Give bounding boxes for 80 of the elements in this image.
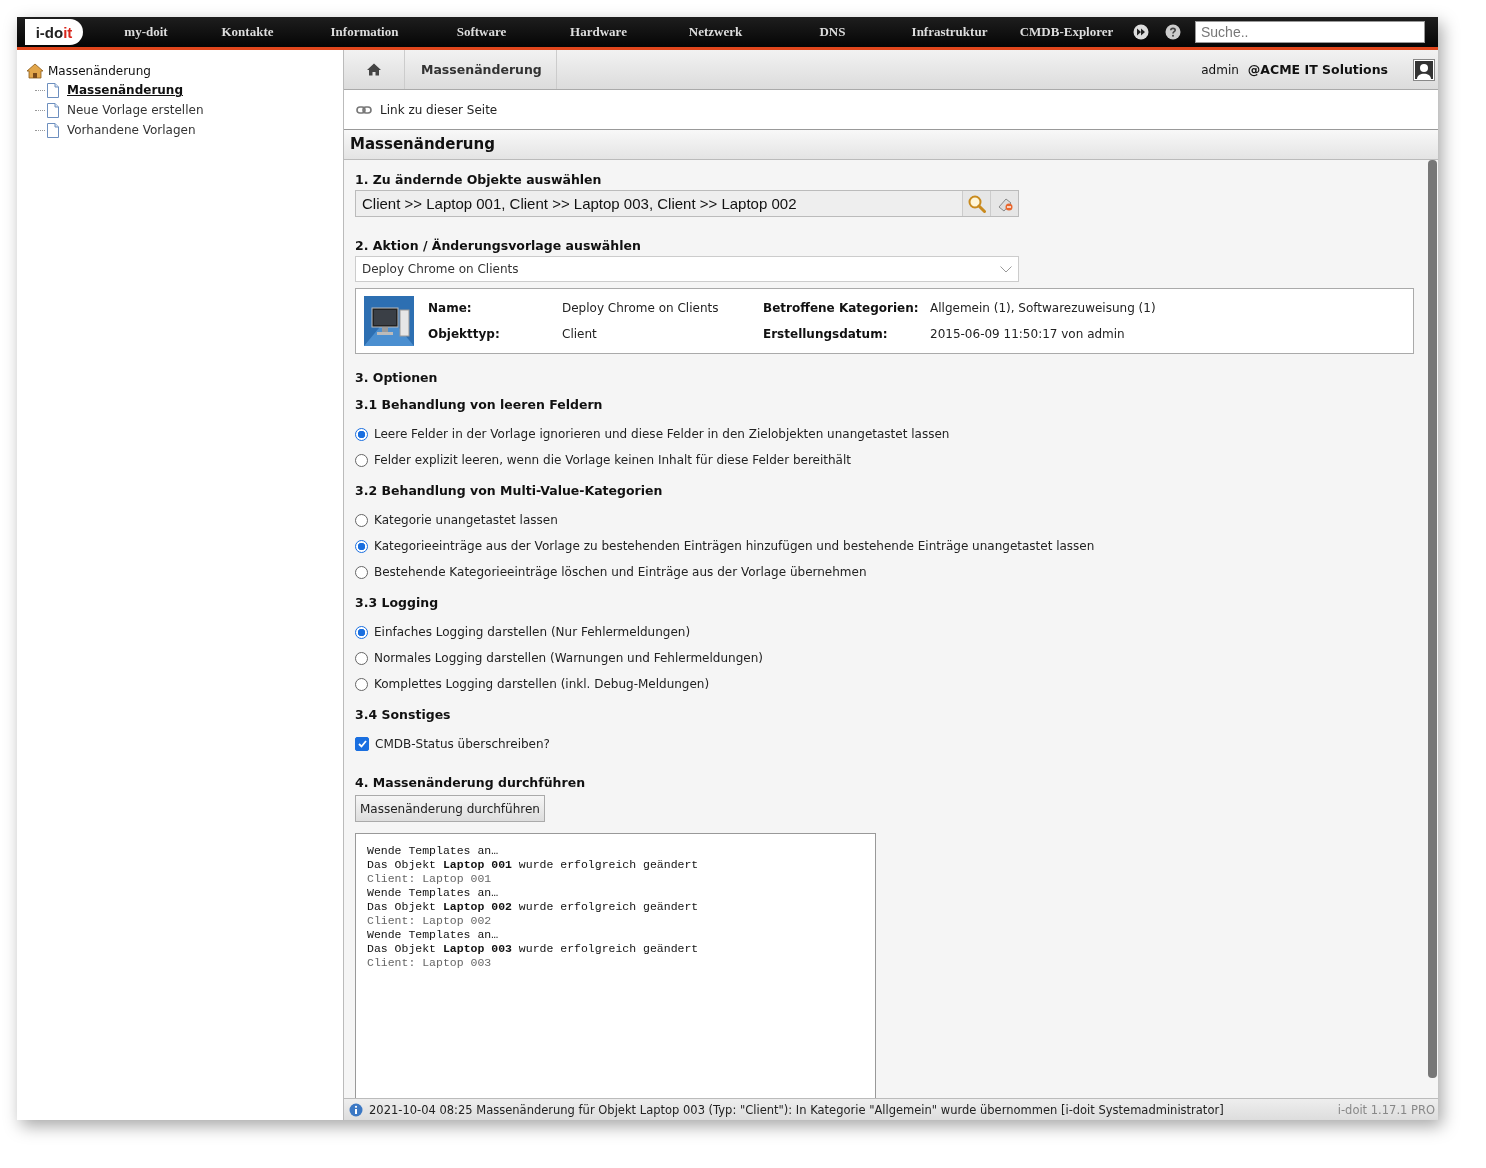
checkmark-icon bbox=[357, 740, 367, 748]
option-label[interactable]: Leere Felder in der Vorlage ignorieren und diese Felder in den Zielobjekten unangetastet lassen bbox=[374, 427, 950, 441]
section-heading: 3.3 Logging bbox=[355, 594, 440, 612]
field-value: Allgemein (1), Softwarezuweisung (1) bbox=[930, 301, 1156, 315]
run-button[interactable]: Massenänderung durchführen bbox=[355, 795, 545, 822]
document-icon bbox=[47, 82, 59, 98]
tenant-name: @ACME IT Solutions bbox=[1247, 62, 1388, 77]
nav-menu-item[interactable]: CMDB-Explorer bbox=[1008, 24, 1125, 40]
field-value: Deploy Chrome on Clients bbox=[562, 301, 720, 315]
document-icon bbox=[47, 102, 59, 118]
tree-item[interactable]: Massenänderung bbox=[48, 64, 151, 78]
radio-button[interactable] bbox=[355, 677, 368, 691]
radio-button[interactable] bbox=[355, 453, 368, 467]
home-icon[interactable] bbox=[367, 63, 381, 76]
section-heading: 1. Zu ändernde Objekte auswählen bbox=[355, 171, 603, 189]
section-heading: 4. Massenänderung durchführen bbox=[355, 774, 587, 792]
page-link[interactable]: Link zu dieser Seite bbox=[380, 102, 498, 117]
chevron-down-icon bbox=[1000, 265, 1012, 273]
radio-button[interactable] bbox=[355, 565, 368, 579]
document-icon bbox=[47, 122, 59, 138]
nav-menu-item[interactable]: Netzwerk bbox=[657, 24, 774, 40]
log-line: Wende Templates an… bbox=[367, 844, 500, 858]
nav-menu-item[interactable]: my-doit bbox=[103, 24, 189, 40]
log-line: Client: Laptop 003 bbox=[367, 956, 493, 970]
user-name: admin bbox=[1201, 62, 1239, 77]
field-label: Betroffene Kategorien: bbox=[763, 301, 920, 315]
option-label[interactable]: Normales Logging darstellen (Warnungen und Fehlermeldungen) bbox=[374, 651, 763, 665]
radio-button[interactable] bbox=[355, 651, 368, 665]
option-label[interactable]: Komplettes Logging darstellen (inkl. Debug-Meldungen) bbox=[374, 677, 710, 691]
nav-menu-item[interactable]: Infrastruktur bbox=[891, 24, 1008, 40]
option-label[interactable]: CMDB-Status überschreiben? bbox=[375, 737, 550, 751]
breadcrumb-item[interactable]: Massenänderung bbox=[405, 50, 557, 89]
field-value: 2015-06-09 11:50:17 von admin bbox=[930, 327, 1126, 341]
nav-menu-item[interactable]: Information bbox=[306, 24, 423, 40]
log-line: Das Objekt Laptop 001 wurde erfolgreich geändert bbox=[367, 858, 700, 872]
field-label: Erstellungsdatum: bbox=[763, 327, 889, 341]
section-heading: 3. Optionen bbox=[355, 369, 439, 387]
nav-menu-item[interactable]: Hardware bbox=[540, 24, 657, 40]
log-line: Client: Laptop 001 bbox=[367, 872, 493, 886]
radio-button[interactable] bbox=[355, 513, 368, 527]
search-field[interactable]: Suche.. bbox=[1195, 21, 1425, 43]
field-value: Client bbox=[562, 327, 598, 341]
field-label: Name: bbox=[428, 301, 473, 315]
option-label[interactable]: Einfaches Logging darstellen (Nur Fehlermeldungen) bbox=[374, 625, 691, 639]
logo[interactable]: i-doit bbox=[25, 19, 83, 45]
log-line: Das Objekt Laptop 002 wurde erfolgreich geändert bbox=[367, 900, 700, 914]
nav-menu-item[interactable]: Software bbox=[423, 24, 540, 40]
section-heading: 3.2 Behandlung von Multi-Value-Kategorien bbox=[355, 482, 664, 500]
tree-item[interactable]: Vorhandene Vorlagen bbox=[67, 123, 196, 137]
nav-menu-item[interactable]: DNS bbox=[774, 24, 891, 40]
user-avatar-icon[interactable] bbox=[1413, 58, 1435, 81]
tree-item[interactable]: Neue Vorlage erstellen bbox=[67, 103, 204, 117]
tree-item[interactable]: Massenänderung bbox=[67, 83, 183, 97]
link-icon[interactable] bbox=[356, 104, 372, 115]
log-line: Wende Templates an… bbox=[367, 886, 500, 900]
field-label: Objekttyp: bbox=[428, 327, 501, 341]
log-line: Wende Templates an… bbox=[367, 928, 500, 942]
option-label[interactable]: Kategorie unangetastet lassen bbox=[374, 513, 558, 527]
template-dropdown[interactable]: Deploy Chrome on Clients bbox=[355, 256, 1019, 282]
radio-button[interactable] bbox=[355, 625, 368, 639]
radio-button[interactable] bbox=[355, 539, 368, 553]
computer-icon bbox=[364, 296, 414, 346]
section-heading: 2. Aktion / Änderungsvorlage auswählen bbox=[355, 237, 642, 255]
scrollbar[interactable] bbox=[1428, 160, 1437, 1078]
status-message: 2021-10-04 08:25 Massenänderung für Objekt Laptop 003 (Typ: "Client"): In Kategorie "Allgemein" wurde übernommen [i-doit Systemadministrator] bbox=[369, 1102, 1224, 1117]
log-line: Das Objekt Laptop 003 wurde erfolgreich geändert bbox=[367, 942, 700, 956]
version-label: i-doit 1.17.1 PRO bbox=[1337, 1102, 1435, 1117]
info-icon bbox=[349, 1102, 363, 1117]
option-label[interactable]: Kategorieeinträge aus der Vorlage zu bestehenden Einträgen hinzufügen und bestehende Einträge unangetastet lassen bbox=[374, 539, 1095, 553]
log-line: Client: Laptop 002 bbox=[367, 914, 493, 928]
section-heading: 3.4 Sonstiges bbox=[355, 706, 452, 724]
nav-menu-item[interactable]: Kontakte bbox=[189, 24, 306, 40]
radio-button[interactable] bbox=[355, 427, 368, 441]
option-label[interactable]: Felder explizit leeren, wenn die Vorlage keinen Inhalt für diese Felder bereithält bbox=[374, 453, 851, 467]
option-label[interactable]: Bestehende Kategorieeinträge löschen und Einträge aus der Vorlage übernehmen bbox=[374, 565, 867, 579]
home-icon bbox=[26, 63, 44, 79]
help-icon[interactable] bbox=[1165, 24, 1181, 40]
checkbox[interactable] bbox=[355, 737, 369, 751]
section-heading: 3.1 Behandlung von leeren Feldern bbox=[355, 396, 604, 414]
forward-icon[interactable] bbox=[1133, 24, 1149, 40]
